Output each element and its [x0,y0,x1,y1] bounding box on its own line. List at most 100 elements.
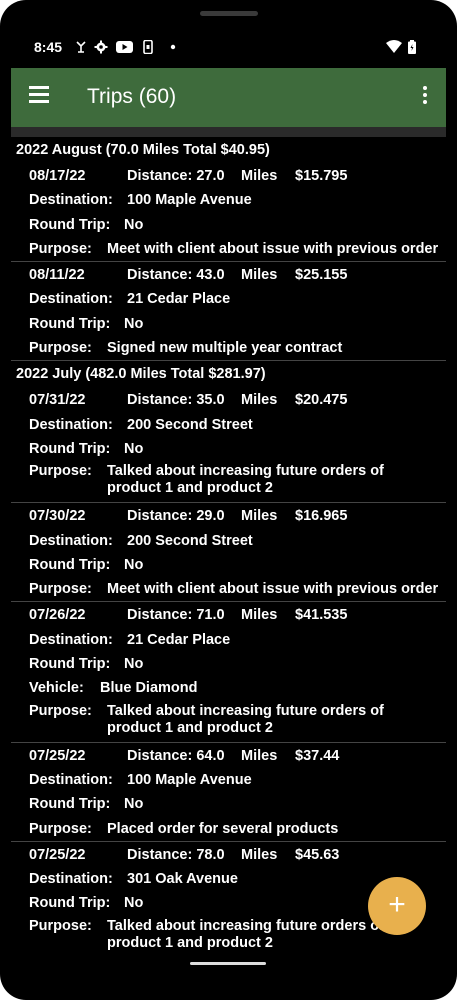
status-time: 8:45 [34,39,63,55]
round-trip-label: Round Trip: [29,656,111,673]
plus-icon: + [388,888,406,921]
destination-row: Destination: 100 Maple Avenue [11,767,446,791]
round-trip-label: Round Trip: [29,796,111,813]
destination-label: Destination: [29,416,113,433]
round-trip-row: Round Trip: No [11,651,446,675]
trip-distance: Distance: 43.0 [127,267,225,283]
trip-summary-row: 07/31/22 Distance: 35.0 Miles $20.475 [11,387,446,411]
phone-screen: 8:45 Trips (60) 2022 August (70.0 Miles … [0,0,457,1000]
purpose-label: Purpose: [29,463,92,480]
purpose-row: Purpose: Placed order for several product… [11,816,446,840]
accessibility-icon [76,41,86,53]
destination-label: Destination: [29,291,113,308]
vehicle-row: Vehicle: Blue Diamond [11,675,446,699]
purpose-label: Purpose: [29,240,92,257]
vehicle-value: Blue Diamond [100,680,198,697]
trip-amount: $25.155 [295,267,348,284]
trip-distance: Distance: 71.0 [127,607,225,623]
home-indicator[interactable] [190,962,266,965]
destination-value: 100 Maple Avenue [127,192,252,209]
distance-label: Distance: [127,607,193,624]
status-bar: 8:45 [0,36,457,60]
month-group-header: 2022 July (482.0 Miles Total $281.97) [16,366,266,383]
purpose-label: Purpose: [29,702,92,719]
destination-row: Destination: 100 Maple Avenue [11,187,446,211]
destination-value: 21 Cedar Place [127,291,231,308]
trip-item[interactable]: 07/26/22 Distance: 71.0 Miles $41.535 Destin… [11,602,446,743]
purpose-value: Meet with client about issue with previo… [107,581,439,598]
distance-label: Distance: [127,168,193,184]
miles-label: Miles [241,168,278,184]
purpose-value: Placed order for several products [107,820,339,837]
trip-distance: Distance: 29.0 [127,508,225,524]
distance-value: 35.0 [196,392,225,409]
destination-label: Destination: [29,532,113,549]
round-trip-value: No [124,216,144,233]
trip-amount: $37.44 [295,747,340,764]
purpose-row: Purpose: Signed new multiple year contrac… [11,335,446,359]
trip-summary-row: 07/26/22 Distance: 71.0 Miles $41.535 [11,602,446,626]
trip-summary-row: 07/30/22 Distance: 29.0 Miles $16.965 [11,503,446,527]
add-trip-button[interactable]: + [368,877,426,935]
trip-amount: $15.795 [295,168,348,184]
destination-row: Destination: 200 Second Street [11,528,446,552]
purpose-row: Purpose: Talked about increasing future o… [11,700,446,741]
more-options-icon[interactable] [422,86,428,110]
distance-label: Distance: [127,508,193,525]
trip-list[interactable]: 2022 August (70.0 Miles Total $40.95) 08/… [11,137,446,957]
round-trip-label: Round Trip: [29,315,111,332]
purpose-row: Purpose: Meet with client about issue wit… [11,236,446,260]
miles-label: Miles [241,846,278,863]
round-trip-label: Round Trip: [29,440,111,457]
trip-item[interactable]: 08/11/22 Distance: 43.0 Miles $25.155 Destin… [11,262,446,362]
trip-item[interactable]: 07/31/22 Distance: 35.0 Miles $20.475 Destin… [11,387,446,504]
hamburger-menu-icon[interactable] [29,86,51,108]
distance-value: 29.0 [196,508,225,525]
trip-distance: Distance: 27.0 [127,168,225,184]
destination-value: 200 Second Street [127,532,253,549]
phone-device-icon [143,40,153,54]
settings-gear-icon [94,40,108,54]
trip-date: 07/30/22 [29,508,86,525]
youtube-icon [116,41,133,53]
purpose-row: Purpose: Meet with client about issue wit… [11,576,446,600]
purpose-label: Purpose: [29,917,92,934]
round-trip-label: Round Trip: [29,556,111,573]
miles-label: Miles [241,392,278,409]
round-trip-row: Round Trip: No [11,436,446,460]
purpose-value: Signed new multiple year contract [107,340,343,357]
wifi-icon [386,40,402,53]
trip-date: 07/31/22 [29,392,86,409]
miles-label: Miles [241,508,278,525]
trip-item[interactable]: 07/25/22 Distance: 64.0 Miles $37.44 Destina… [11,743,446,842]
battery-icon [408,40,416,54]
purpose-value: Meet with client about issue with previo… [107,240,439,257]
trip-item[interactable]: 07/30/22 Distance: 29.0 Miles $16.965 Destin… [11,503,446,603]
purpose-value: Talked about increasing future orders of… [107,702,384,736]
purpose-label: Purpose: [29,581,92,598]
distance-label: Distance: [127,846,193,863]
trip-distance: Distance: 78.0 [127,847,225,863]
purpose-label: Purpose: [29,820,92,837]
month-group-header: 2022 August (70.0 Miles Total $40.95) [16,142,270,158]
purpose-row: Purpose: Talked about increasing future o… [11,460,446,501]
round-trip-row: Round Trip: No [11,212,446,236]
trip-date: 07/26/22 [29,607,86,624]
destination-label: Destination: [29,192,113,209]
trip-amount: $20.475 [295,392,348,409]
trip-amount: $41.535 [295,607,348,624]
miles-label: Miles [241,267,278,284]
destination-row: Destination: 200 Second Street [11,412,446,436]
vehicle-label: Vehicle: [29,680,84,697]
app-bar: Trips (60) [11,68,446,127]
destination-value: 200 Second Street [127,416,253,433]
trip-summary-row: 08/17/22 Distance: 27.0 Miles $15.795 [11,163,446,187]
trip-summary-row: 07/25/22 Distance: 64.0 Miles $37.44 [11,743,446,767]
round-trip-row: Round Trip: No [11,552,446,576]
distance-value: 78.0 [196,846,225,863]
trip-item[interactable]: 08/17/22 Distance: 27.0 Miles $15.795 Destin… [11,163,446,263]
trip-summary-row: 08/11/22 Distance: 43.0 Miles $25.155 [11,262,446,286]
app-bar-shadow [11,127,446,137]
distance-label: Distance: [127,267,193,284]
miles-label: Miles [241,747,278,764]
